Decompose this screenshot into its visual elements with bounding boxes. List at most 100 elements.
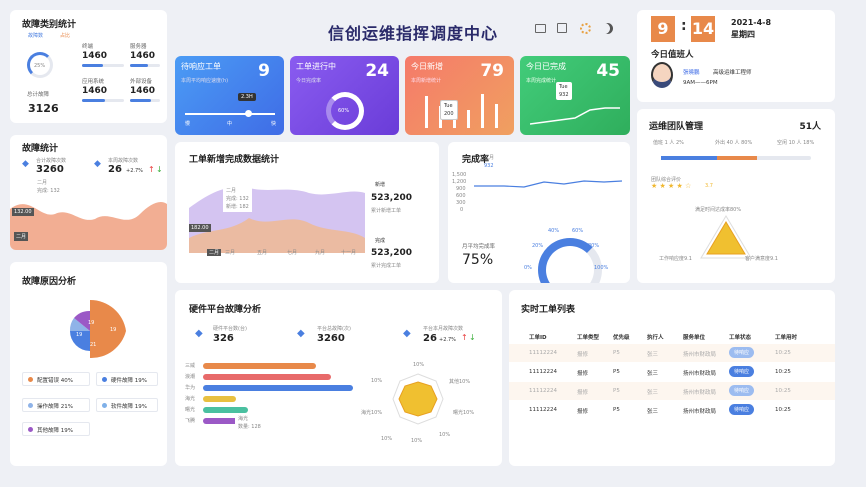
table-row[interactable]: 11112224 报修 P5 张三 扬州市财政局 待响应 10:25 — [509, 401, 835, 419]
legend-item[interactable]: 其他故障 19% — [22, 422, 90, 436]
tooltip: 二月 完成: 132 — [34, 178, 63, 196]
team-radar — [700, 215, 752, 259]
gauge-label: 40% — [548, 228, 560, 234]
new-label: 新增 — [375, 182, 386, 188]
change: +2.7% — [126, 168, 143, 174]
page-title: 信创运维指挥调度中心 — [328, 24, 499, 43]
hw-bar[interactable] — [203, 374, 331, 380]
table-row[interactable]: 11112224 报修 P5 张三 扬州市财政局 待响应 10:25 — [509, 363, 835, 381]
total-value: 3260 — [36, 164, 64, 175]
tooltip: Tue 200 — [440, 100, 458, 120]
total-label: 合计故障次数 — [36, 158, 67, 164]
hw-bar[interactable] — [203, 396, 236, 402]
tooltip: Tue 932 — [556, 82, 572, 100]
table-cell: 张三 — [647, 409, 659, 415]
team-count: 51人 — [799, 122, 821, 132]
x-label: 九月 — [315, 250, 326, 256]
bar-label: 华为 — [185, 385, 196, 391]
completion-line — [474, 180, 622, 188]
card-title: 运维团队管理 — [649, 122, 704, 132]
kpi-card-done[interactable]: 今日已完成 45 本周完成统计 Tue 932 — [520, 56, 630, 135]
platform-count: 326 — [213, 333, 234, 344]
table-cell: 报修 — [577, 409, 589, 415]
table-cell: 报修 — [577, 371, 589, 377]
table-cell: 11112224 — [529, 369, 557, 375]
radar-label: 客户满意度9.1 — [745, 256, 778, 262]
date: 2021-4-8 — [731, 18, 772, 27]
item-value: 1460 — [82, 51, 108, 61]
platform-month-label: 平台本月故障次数 — [423, 326, 464, 332]
team-card: 运维团队管理 51人 值班 1 人 2% 外出 40 人 80% 空闲 10 人… — [637, 109, 835, 283]
platform-total: 3260 — [317, 333, 345, 344]
y-tick: 1,500 — [452, 172, 467, 178]
done-label: 完成 — [375, 238, 386, 244]
table-row[interactable]: 11112224 报修 P5 张三 扬州市财政局 待响应 10:25 — [509, 344, 835, 362]
status-badge[interactable]: 待响应 — [729, 404, 755, 415]
table-header: 工单ID 工单类型 优先级 执行人 服务单位 工单状态 工单用时 — [529, 335, 798, 341]
table-cell: P5 — [613, 350, 620, 356]
table-cell: 10:25 — [775, 388, 791, 394]
x-label: 二月 — [207, 249, 222, 256]
platform-count-label: 硬件平台数(台) — [213, 326, 247, 332]
sun-icon[interactable] — [580, 23, 591, 34]
legend-out: 外出 40 人 80% — [715, 140, 753, 146]
kpi-title: 工单进行中 — [296, 62, 336, 71]
hw-bar[interactable] — [203, 385, 353, 391]
card-title: 故障统计 — [22, 144, 59, 154]
kpi-card-pending[interactable]: 待响应工单 9 本周平均响应速度(h) 2.3H 慢 中 快 — [175, 56, 284, 135]
table-cell: 扬州市财政局 — [683, 352, 717, 358]
slice-label: 19 — [110, 327, 117, 333]
bar-label: 飞腾 — [185, 418, 196, 424]
duty-name: 張曉鵬 — [683, 70, 700, 76]
kpi-sub: 本周完成统计 — [526, 78, 557, 84]
legend-item[interactable]: 硬件故障 19% — [96, 372, 158, 386]
status-badge[interactable]: 待响应 — [729, 366, 755, 377]
exit-icon[interactable] — [557, 23, 567, 33]
radar-label: 曙光10% — [453, 410, 475, 416]
table-row[interactable]: 11112224 报修 P5 张三 扬州市财政局 待响应 10:25 — [509, 382, 835, 400]
legend-fault-count[interactable]: 故障数 — [28, 32, 43, 39]
moon-icon[interactable] — [602, 23, 613, 34]
x-label: 十一月 — [341, 250, 357, 256]
y-tick: 0 — [460, 207, 464, 213]
status-badge[interactable]: 待响应 — [729, 385, 755, 396]
trend-card: 工单新增完成数据统计 二月 完成: 132 新增: 182 182.00 二月 三月… — [175, 142, 439, 283]
x-label: 三月 — [225, 250, 236, 256]
status-badge[interactable]: 待响应 — [729, 347, 755, 358]
kpi-title: 待响应工单 — [181, 62, 221, 71]
table-cell: 11112224 — [529, 407, 557, 413]
table-cell: P5 — [613, 388, 620, 394]
radar-label: 工作响应度9.1 — [659, 256, 692, 262]
radar-label: 其他10% — [449, 379, 471, 385]
progress-pct: 60% — [338, 108, 350, 114]
orders-card: 实时工单列表 工单ID 工单类型 优先级 执行人 服务单位 工单状态 工单用时 111122… — [509, 290, 835, 466]
hw-bar[interactable] — [203, 363, 316, 369]
stars-icon: ★ ★ ★ ★ ☆ — [651, 182, 692, 190]
kpi-card-new[interactable]: 今日新增 79 本周新增统计 Tue 200 — [405, 56, 514, 135]
bar-label: 三威 — [185, 363, 196, 369]
card-title: 硬件平台故障分析 — [189, 305, 262, 315]
axis-month: 二月 — [14, 232, 29, 241]
gauge-label: 80% — [588, 243, 600, 249]
item-value: 1460 — [130, 86, 156, 96]
slider-handle[interactable] — [245, 110, 252, 117]
speed-slider[interactable] — [185, 113, 275, 115]
done-line — [530, 107, 620, 125]
trend-chart — [189, 186, 365, 253]
legend-item[interactable]: 操作故障 21% — [22, 398, 90, 412]
done-sub: 累计完成工单 — [371, 263, 402, 269]
legend-ratio[interactable]: 占比 — [60, 32, 70, 39]
kpi-card-in-progress[interactable]: 工单进行中 24 今日完成率 60% — [290, 56, 399, 135]
table-cell: 11112224 — [529, 350, 557, 356]
radar-label: 10% — [413, 362, 425, 368]
scale-slow: 慢 — [185, 121, 191, 127]
hw-bar[interactable] — [203, 407, 248, 413]
table-cell: 11112224 — [529, 388, 557, 394]
kpi-sub: 本周新增统计 — [411, 78, 442, 84]
legend-item[interactable]: 配置错误 40% — [22, 372, 90, 386]
change: +2.7% — [439, 337, 456, 343]
scale-mid: 中 — [227, 121, 233, 127]
legend-item[interactable]: 软件故障 19% — [96, 398, 158, 412]
bar-label: 曙光 — [185, 407, 196, 413]
screen-icon[interactable] — [535, 24, 546, 33]
